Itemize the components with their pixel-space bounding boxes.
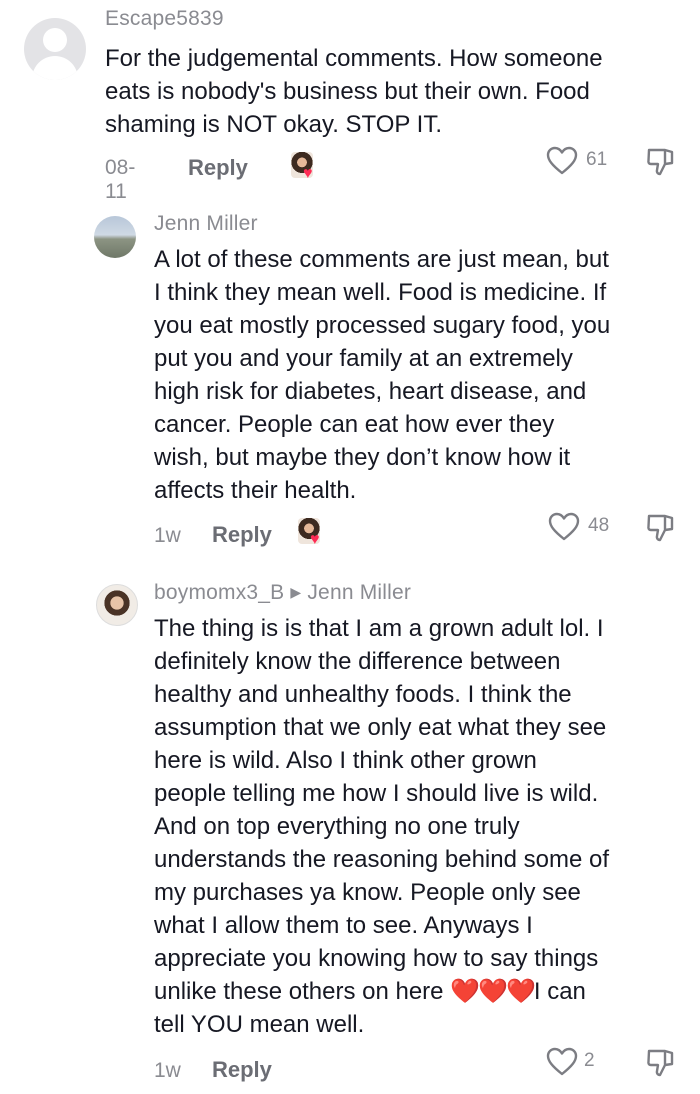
comment-username[interactable]: Jenn Miller [154,212,258,236]
heart-icon: ♥ [303,165,313,182]
dislike-button[interactable] [645,1047,677,1079]
avatar[interactable] [96,584,138,626]
comment-username[interactable]: Escape5839 [105,7,224,31]
heart-icon: ♥ [310,531,320,548]
heart-outline-icon [548,512,580,541]
reply-arrow-icon: ▶ [290,584,302,600]
heart-outline-icon [546,146,578,175]
dislike-button[interactable] [645,512,677,544]
thumbs-down-icon [647,1049,674,1077]
comment-text: A lot of these comments are just mean, b… [154,246,611,504]
dislike-button[interactable] [645,146,677,178]
comment-text: The thing is is that I am a grown adult … [154,615,609,1038]
creator-liked-badge: ♥ [298,518,326,548]
comment-date: 1w [154,524,181,547]
reply-button[interactable]: Reply [212,522,272,548]
comment-text: For the judgemental comments. How someon… [105,45,603,138]
avatar[interactable] [24,18,86,80]
like-count: 2 [584,1050,595,1071]
reply-button[interactable]: Reply [212,1057,272,1083]
like-button[interactable]: 2 [546,1047,626,1077]
like-button[interactable]: 61 [546,146,636,176]
like-button[interactable]: 48 [548,512,638,542]
thumbs-down-icon [647,148,674,176]
comment-date: 08-11 [105,156,136,203]
reply-button[interactable]: Reply [188,155,248,181]
creator-liked-badge: ♥ [291,152,319,182]
like-count: 61 [586,149,608,170]
avatar[interactable] [94,216,136,258]
heart-emojis: ❤️❤️❤️ [450,978,536,1005]
reply-to-username: Jenn Miller [307,581,412,604]
heart-outline-icon [546,1047,578,1076]
comment-date: 1w [154,1059,181,1082]
like-count: 48 [588,515,610,536]
thumbs-down-icon [647,514,674,542]
comment-username[interactable]: boymomx3_B ▶ Jenn Miller [154,581,411,605]
